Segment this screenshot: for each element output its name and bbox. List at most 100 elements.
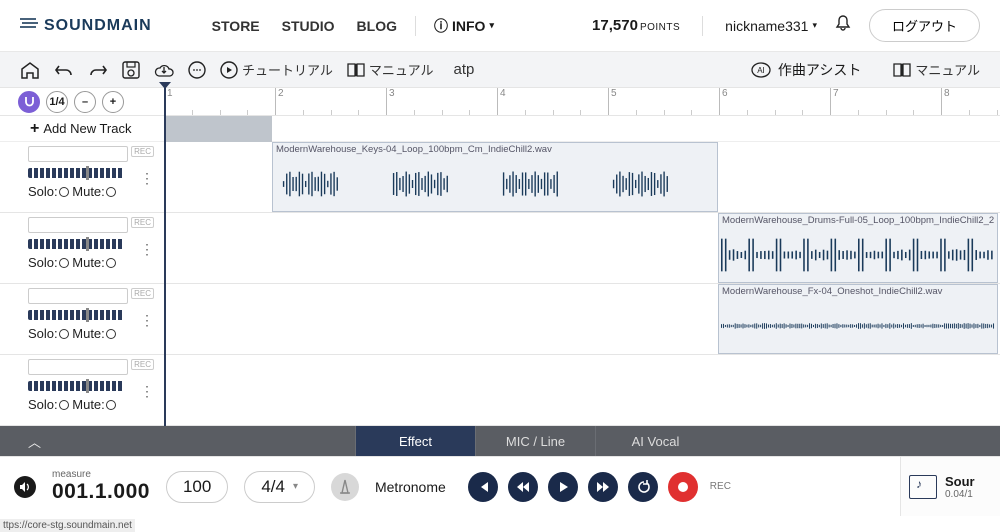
file-browser-panel[interactable]: Sour 0.04/1: [900, 457, 1000, 516]
undo-icon[interactable]: [54, 62, 74, 78]
track-name-input[interactable]: [28, 359, 128, 375]
manual-link[interactable]: マニュアル: [347, 60, 434, 79]
tab-ai-vocal[interactable]: AI Vocal: [595, 426, 715, 456]
download-icon[interactable]: [154, 61, 174, 79]
skip-start-button[interactable]: [468, 472, 498, 502]
tab-effect[interactable]: Effect: [355, 426, 475, 456]
save-icon[interactable]: [122, 61, 140, 79]
track-menu-icon[interactable]: ⋮: [140, 241, 154, 258]
add-track-button[interactable]: Add New Track: [0, 116, 164, 142]
file-name: Sour: [945, 474, 975, 489]
track-name-input[interactable]: [28, 146, 128, 162]
username: nickname331: [725, 18, 808, 34]
panel-expand-icon[interactable]: ︿: [0, 426, 355, 456]
zoom-out-button[interactable]: –: [74, 91, 96, 113]
home-icon[interactable]: [20, 61, 40, 79]
mute-toggle[interactable]: [106, 400, 116, 410]
track-header[interactable]: REC⋮Solo: Mute:: [0, 213, 164, 284]
track-menu-icon[interactable]: ⋮: [140, 170, 154, 187]
waveform: [721, 301, 995, 351]
solo-toggle[interactable]: [59, 329, 69, 339]
forward-button[interactable]: [588, 472, 618, 502]
volume-slider[interactable]: [28, 310, 124, 320]
track-name-input[interactable]: [28, 217, 128, 233]
volume-slider[interactable]: [28, 239, 124, 249]
nav-studio[interactable]: STUDIO: [282, 18, 335, 34]
track-lane[interactable]: ModernWarehouse_Keys-04_Loop_100bpm_Cm_I…: [164, 142, 1000, 213]
solo-toggle[interactable]: [59, 400, 69, 410]
manual-right-link[interactable]: マニュアル: [893, 60, 980, 79]
mute-label: Mute:: [72, 184, 105, 199]
add-track-label: Add New Track: [43, 121, 131, 136]
metronome-label: Metronome: [375, 479, 446, 495]
timeline-ruler[interactable]: 12345678: [164, 88, 1000, 115]
track-menu-icon[interactable]: ⋮: [140, 383, 154, 400]
rec-arm-badge[interactable]: REC: [131, 288, 154, 299]
solo-toggle[interactable]: [59, 258, 69, 268]
track-header[interactable]: REC⋮Solo: Mute:: [0, 142, 164, 213]
zoom-in-button[interactable]: +: [102, 91, 124, 113]
rec-arm-badge[interactable]: REC: [131, 146, 154, 157]
redo-icon[interactable]: [88, 62, 108, 78]
clip-label: ModernWarehouse_Drums-Full-05_Loop_100bp…: [719, 214, 997, 227]
track-header[interactable]: REC⋮Solo: Mute:: [0, 284, 164, 355]
ruler-mark: 4: [497, 88, 506, 115]
notification-icon[interactable]: [835, 15, 851, 36]
track-lane[interactable]: ModernWarehouse_Drums-Full-05_Loop_100bp…: [164, 213, 1000, 284]
volume-slider[interactable]: [28, 381, 124, 391]
metronome-icon[interactable]: [331, 473, 359, 501]
timeline-selection[interactable]: [164, 116, 272, 142]
track-menu-icon[interactable]: ⋮: [140, 312, 154, 329]
audio-clip[interactable]: ModernWarehouse_Keys-04_Loop_100bpm_Cm_I…: [272, 142, 718, 212]
audio-clip[interactable]: ModernWarehouse_Drums-Full-05_Loop_100bp…: [718, 213, 998, 283]
nav-store[interactable]: STORE: [212, 18, 260, 34]
tempo-control[interactable]: 100: [166, 471, 228, 503]
play-button[interactable]: [548, 472, 578, 502]
ai-assist-button[interactable]: AI 作曲アシスト: [750, 60, 861, 80]
chevron-down-icon: ▾: [489, 20, 494, 31]
waveform: [721, 230, 995, 280]
chevron-down-icon: ▾: [812, 20, 817, 31]
magnet-snap-button[interactable]: [18, 91, 40, 113]
status-url: ttps://core-stg.soundmain.net: [0, 519, 135, 532]
info-label: INFO: [452, 18, 485, 34]
time-signature-control[interactable]: 4/4 ▾: [244, 471, 315, 503]
rec-arm-badge[interactable]: REC: [131, 217, 154, 228]
tempo-value: 100: [183, 477, 211, 497]
track-name-input[interactable]: [28, 288, 128, 304]
track-lane[interactable]: ModernWarehouse_Fx-04_Oneshot_IndieChill…: [164, 284, 1000, 355]
track-header[interactable]: REC⋮Solo: Mute:: [0, 355, 164, 426]
tab-mic-line[interactable]: MIC / Line: [475, 426, 595, 456]
project-name: atp: [454, 61, 475, 78]
user-menu[interactable]: nickname331 ▾: [725, 18, 817, 34]
points-display: 17,570POINTS: [592, 17, 680, 34]
nav-blog[interactable]: BLOG: [357, 18, 397, 34]
info-icon: ⓘ: [434, 16, 448, 36]
master-volume-icon[interactable]: [14, 476, 36, 498]
chat-icon[interactable]: [188, 61, 206, 79]
solo-toggle[interactable]: [59, 187, 69, 197]
points-unit: POINTS: [640, 22, 680, 33]
playhead[interactable]: [164, 88, 166, 426]
rec-arm-badge[interactable]: REC: [131, 359, 154, 370]
record-label: REC: [710, 481, 731, 492]
loop-button[interactable]: [628, 472, 658, 502]
logout-button[interactable]: ログアウト: [869, 9, 980, 42]
mute-toggle[interactable]: [106, 187, 116, 197]
solo-label: Solo:: [28, 397, 58, 412]
info-dropdown[interactable]: ⓘ INFO ▾: [434, 16, 494, 36]
chevron-down-icon: ▾: [293, 481, 298, 492]
ai-assist-label: 作曲アシスト: [778, 60, 861, 80]
mute-toggle[interactable]: [106, 329, 116, 339]
audio-clip[interactable]: ModernWarehouse_Fx-04_Oneshot_IndieChill…: [718, 284, 998, 354]
mute-toggle[interactable]: [106, 258, 116, 268]
volume-slider[interactable]: [28, 168, 124, 178]
time-signature-value: 4/4: [261, 477, 285, 497]
rewind-button[interactable]: [508, 472, 538, 502]
position-display: 001.1.000: [52, 480, 150, 504]
record-button[interactable]: [668, 472, 698, 502]
brand-logo[interactable]: SOUNDMAIN: [20, 16, 152, 35]
grid-size-button[interactable]: 1/4: [46, 91, 68, 113]
track-lane[interactable]: [164, 355, 1000, 426]
tutorial-link[interactable]: チュートリアル: [220, 60, 333, 79]
